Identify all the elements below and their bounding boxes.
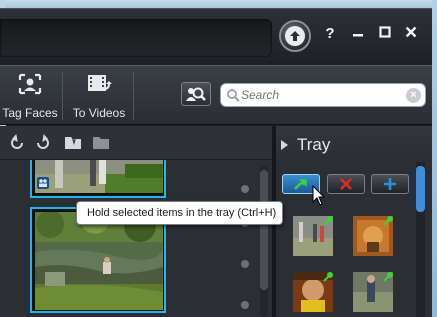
toolbar-separator [62,72,63,120]
face-search-icon [186,87,206,101]
expand-arrow-icon[interactable] [281,140,288,150]
add-to-tray-button[interactable] [371,174,409,194]
minimize-icon [353,34,363,37]
remove-from-tray-button[interactable] [327,174,365,194]
mouse-cursor-icon [312,185,326,206]
help-button[interactable]: ? [322,26,338,42]
arrow-up-icon [285,26,305,46]
search-icon [227,89,240,102]
tray-title: Tray [297,135,331,154]
tray-header[interactable]: Tray [276,126,432,162]
tray-scrollbar[interactable] [416,162,425,317]
photo-thumbnail-image [35,206,163,310]
add-icon [384,178,396,190]
tray-scrollbar-thumb[interactable] [416,166,425,212]
hold-pin-icon [323,216,333,226]
hold-pin-icon [383,216,393,226]
minimize-button[interactable] [350,26,366,42]
tag-faces-button[interactable]: Tag Faces [0,66,60,124]
open-folder-icon[interactable] [64,134,82,152]
maximize-button[interactable] [377,26,393,42]
title-bar: ? [0,8,432,65]
main-toolbar: Tag Faces To Videos × [0,65,432,125]
hold-tooltip: Hold selected items in the tray (Ctrl+H) [76,201,283,225]
film-icon [88,75,112,91]
photo-thumbnail[interactable] [30,160,166,198]
window-right-frame [432,0,437,317]
toolbar-separator [133,72,134,120]
tray-item[interactable] [353,216,393,256]
close-icon [405,26,417,38]
people-tag-icon [37,177,49,189]
hold-pin-icon [323,272,333,282]
rotate-right-icon[interactable] [34,134,52,152]
maximize-icon [379,26,391,38]
tag-faces-icon [18,73,42,95]
item-indicator [241,260,249,268]
search-input[interactable] [241,86,401,104]
tray-item[interactable] [293,216,333,256]
upload-button[interactable] [279,20,311,52]
clear-search-icon[interactable]: × [406,88,421,103]
to-videos-button[interactable]: To Videos [68,66,130,124]
close-button[interactable] [403,26,419,42]
tray-panel: Tray [276,126,432,317]
remove-icon [340,178,352,190]
search-field[interactable]: × [220,83,426,107]
browser-scrollbar[interactable] [260,166,268,317]
hold-icon [294,179,307,190]
tray-item[interactable] [293,272,333,312]
hold-pin-icon [383,272,393,282]
to-videos-label: To Videos [72,106,126,120]
face-search-button[interactable] [181,82,211,106]
browser-scrollbar-thumb[interactable] [260,170,268,290]
tray-item[interactable] [353,272,393,312]
item-indicator [241,185,249,193]
photo-thumbnail-image [35,160,163,193]
window-top-frame [0,0,437,8]
folder-icon[interactable] [92,134,110,152]
tag-faces-label: Tag Faces [2,106,58,120]
title-well [0,19,272,57]
rotate-left-icon[interactable] [8,134,26,152]
item-indicator [241,301,249,309]
browser-toolbar [0,126,272,160]
